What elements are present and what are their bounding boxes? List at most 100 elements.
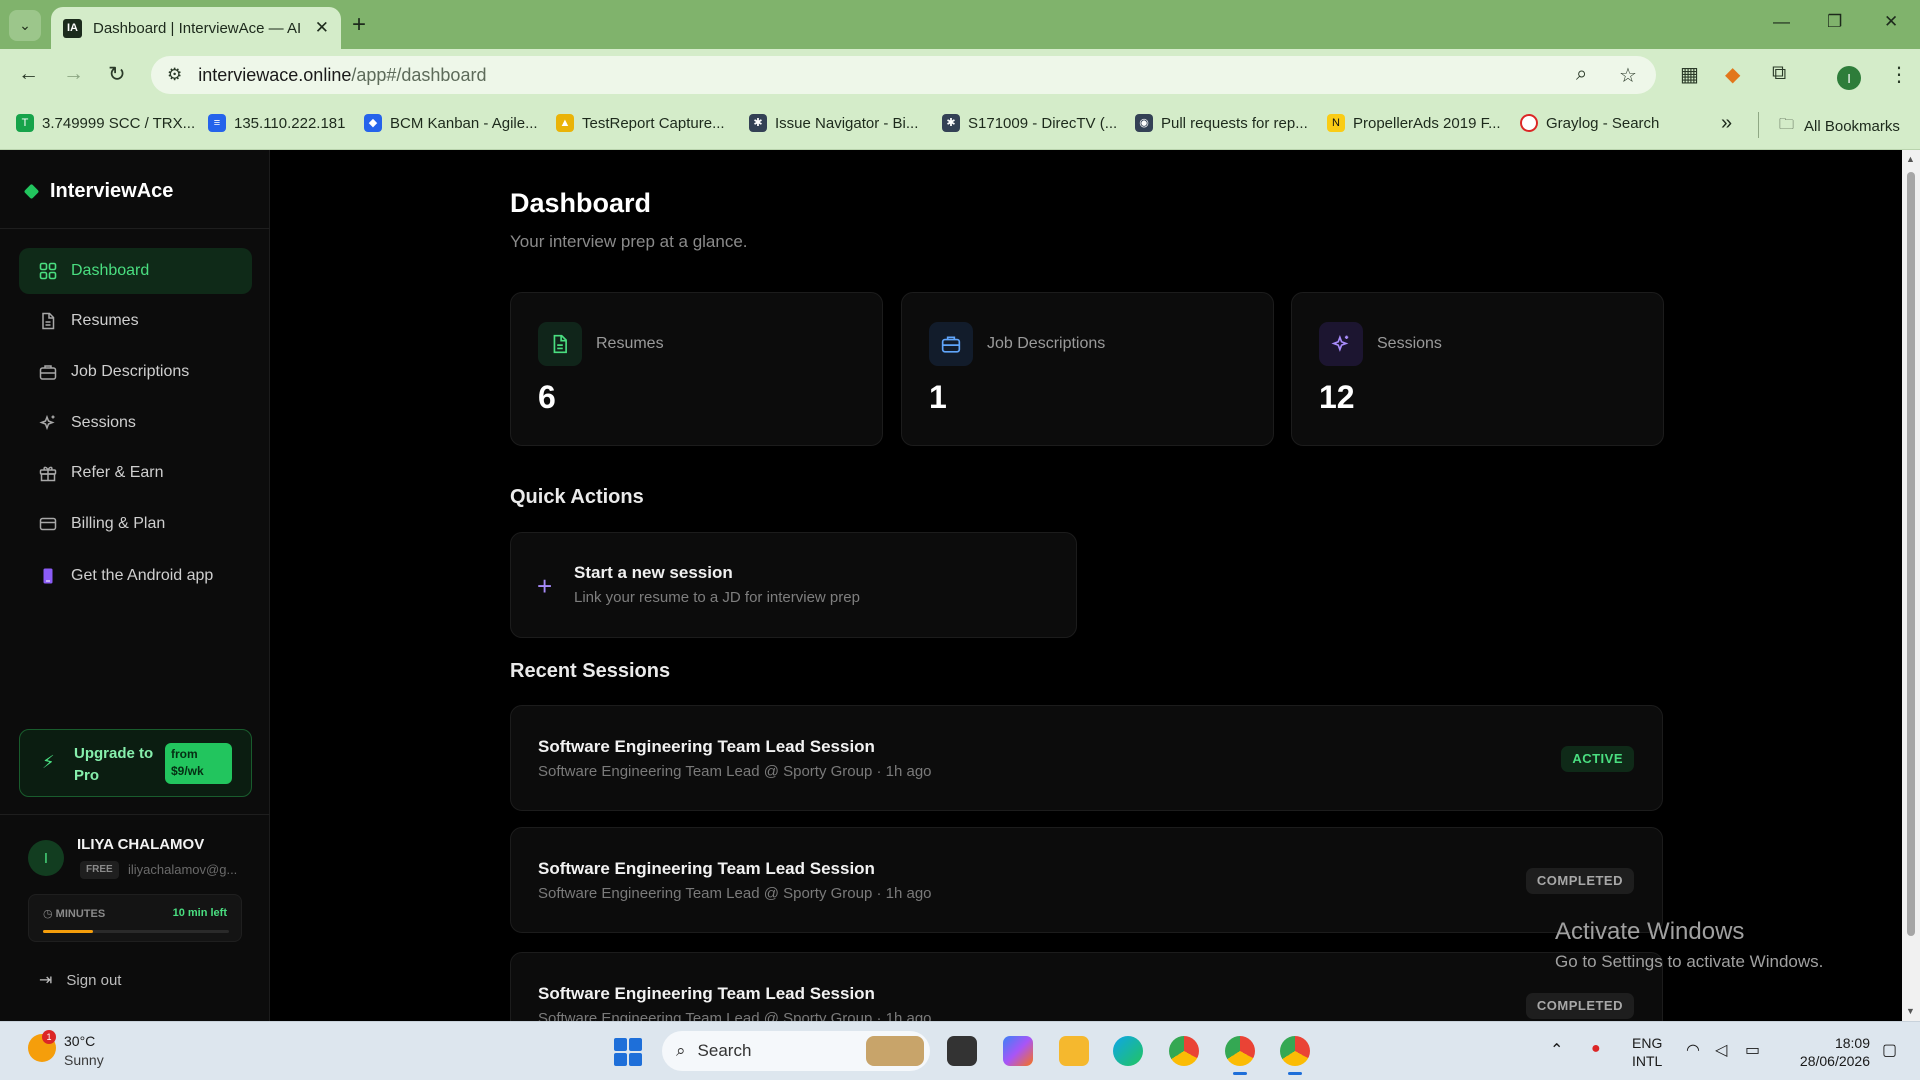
bookmark-star-icon[interactable]: ☆ bbox=[1619, 63, 1637, 88]
browser-tab-bar: ⌄ IA Dashboard | InterviewAce — AI Inter… bbox=[0, 0, 1920, 49]
taskbar-search[interactable]: ⌕ Search bbox=[662, 1031, 930, 1071]
drive-icon: ▲ bbox=[556, 114, 574, 132]
sidebar-item-dashboard[interactable]: Dashboard bbox=[19, 248, 252, 294]
bookmark-item[interactable]: ✱ S171009 - DirecTV (... bbox=[942, 114, 1117, 132]
menu-icon[interactable]: ⋮ bbox=[1889, 62, 1909, 87]
activate-windows-watermark: Activate Windows Go to Settings to activ… bbox=[1555, 918, 1824, 971]
bookmark-item[interactable]: T 3.749999 SCC / TRX... bbox=[16, 114, 195, 132]
stat-value: 12 bbox=[1319, 379, 1355, 415]
restore-icon[interactable]: ❐ bbox=[1827, 12, 1842, 32]
browser-tab-active[interactable]: IA Dashboard | InterviewAce — AI Intervi… bbox=[51, 7, 341, 49]
bookmark-item[interactable]: ◉ Pull requests for rep... bbox=[1135, 114, 1308, 132]
stat-card-job-descriptions[interactable]: Job Descriptions 1 bbox=[901, 292, 1274, 446]
gift-icon bbox=[39, 464, 57, 482]
jira-icon: ◆ bbox=[364, 114, 382, 132]
more-bookmarks-icon[interactable]: » bbox=[1721, 112, 1732, 135]
chrome-icon[interactable] bbox=[1169, 1036, 1199, 1066]
sidebar-item-resumes[interactable]: Resumes bbox=[19, 298, 252, 344]
all-bookmarks[interactable]: 🗀 All Bookmarks bbox=[1779, 114, 1900, 139]
session-card[interactable]: Software Engineering Team Lead Session S… bbox=[510, 827, 1663, 933]
scroll-down-icon[interactable]: ▼ bbox=[1906, 1006, 1915, 1016]
recent-sessions-title: Recent Sessions bbox=[510, 660, 671, 682]
sidebar-item-android-app[interactable]: Get the Android app bbox=[19, 553, 252, 599]
stat-value: 1 bbox=[929, 379, 947, 415]
stat-card-sessions[interactable]: Sessions 12 bbox=[1291, 292, 1664, 446]
sidebar-item-refer-earn[interactable]: Refer & Earn bbox=[19, 450, 252, 496]
minutes-progress-track bbox=[43, 930, 229, 933]
file-explorer-icon[interactable] bbox=[1059, 1036, 1089, 1066]
briefcase-icon bbox=[39, 363, 57, 381]
chrome-profile-icon[interactable] bbox=[1225, 1036, 1255, 1075]
site-info-icon[interactable]: ⚙ bbox=[167, 65, 182, 85]
close-window-icon[interactable]: ✕ bbox=[1884, 12, 1898, 32]
divider bbox=[0, 228, 270, 229]
back-icon[interactable]: ← bbox=[18, 62, 39, 86]
chrome-profile-icon[interactable] bbox=[1280, 1036, 1310, 1075]
minutes-progress-fill bbox=[43, 930, 94, 933]
sidebar-item-billing-plan[interactable]: Billing & Plan bbox=[19, 501, 252, 547]
bookmark-item[interactable]: ▲ TestReport Capture... bbox=[556, 114, 725, 132]
bookmark-item[interactable]: ≡ 135.110.222.181 bbox=[208, 114, 346, 132]
folder-icon: 🗀 bbox=[1779, 116, 1795, 133]
tab-title: Dashboard | InterviewAce — AI Interview … bbox=[93, 19, 305, 37]
plan-badge: FREE bbox=[80, 861, 119, 879]
file-icon bbox=[538, 322, 582, 366]
stat-label: Resumes bbox=[596, 335, 664, 352]
language-indicator[interactable]: ENG INTL bbox=[1632, 1034, 1662, 1070]
tab-search-icon[interactable]: ⌄ bbox=[9, 10, 41, 41]
start-new-session-button[interactable]: + Start a new session Link your resume t… bbox=[510, 532, 1077, 638]
quick-actions-title: Quick Actions bbox=[510, 486, 644, 508]
status-badge: COMPLETED bbox=[1525, 868, 1634, 894]
wifi-icon[interactable]: ◠ bbox=[1686, 1040, 1700, 1060]
sidebar-item-sessions[interactable]: Sessions bbox=[19, 400, 252, 446]
user-avatar[interactable]: I bbox=[28, 840, 64, 876]
notifications-icon[interactable]: ▢ bbox=[1882, 1040, 1897, 1060]
bookmark-item[interactable]: Graylog - Search bbox=[1520, 114, 1659, 132]
minimize-icon[interactable]: — bbox=[1773, 12, 1790, 32]
metamask-icon[interactable]: ◆ bbox=[1725, 62, 1740, 87]
tray-chevron-icon[interactable]: ⌃ bbox=[1550, 1040, 1563, 1060]
weather-badge: 1 bbox=[42, 1030, 56, 1044]
sidebar-item-job-descriptions[interactable]: Job Descriptions bbox=[19, 349, 252, 395]
session-title: Software Engineering Team Lead Session bbox=[538, 859, 875, 878]
scroll-up-icon[interactable]: ▲ bbox=[1906, 154, 1915, 164]
upgrade-to-pro-button[interactable]: ⚡ Upgrade to Pro from $9/wk bbox=[19, 729, 252, 797]
address-bar[interactable]: ⚙ interviewace.online/app#/dashboard ⌕ ☆ bbox=[151, 56, 1656, 94]
brand-logo[interactable]: InterviewAce bbox=[23, 180, 173, 203]
battery-icon[interactable]: ▭ bbox=[1745, 1040, 1760, 1060]
file-icon bbox=[39, 312, 57, 330]
tab-close-icon[interactable]: ✕ bbox=[315, 18, 329, 38]
qr-code-icon[interactable]: ▦ bbox=[1680, 62, 1699, 87]
zoom-icon[interactable]: ⌕ bbox=[1576, 63, 1587, 86]
quick-action-desc: Link your resume to a JD for interview p… bbox=[574, 589, 860, 606]
session-title: Software Engineering Team Lead Session bbox=[538, 737, 875, 756]
bookmark-item[interactable]: N PropellerAds 2019 F... bbox=[1327, 114, 1501, 132]
clock[interactable]: 18:09 28/06/2026 bbox=[1790, 1034, 1870, 1070]
page-subtitle: Your interview prep at a glance. bbox=[510, 232, 748, 251]
sign-out-button[interactable]: ⇥ Sign out bbox=[39, 970, 121, 990]
session-card[interactable]: Software Engineering Team Lead Session S… bbox=[510, 705, 1663, 811]
stat-value: 6 bbox=[538, 379, 556, 415]
task-view-icon[interactable] bbox=[947, 1036, 977, 1066]
extensions-icon[interactable]: ⧉ bbox=[1772, 62, 1786, 85]
bookmark-item[interactable]: ◆ BCM Kanban - Agile... bbox=[364, 114, 538, 132]
edge-icon[interactable] bbox=[1113, 1036, 1143, 1066]
bookmarks-bar: T 3.749999 SCC / TRX... ≡ 135.110.222.181 … bbox=[0, 100, 1920, 150]
repo-icon: ◉ bbox=[1135, 114, 1153, 132]
scroll-thumb[interactable] bbox=[1907, 172, 1915, 936]
bug-icon: ✱ bbox=[749, 114, 767, 132]
reload-icon[interactable]: ↻ bbox=[108, 62, 126, 87]
profile-avatar[interactable]: I bbox=[1837, 66, 1861, 90]
copilot-icon[interactable] bbox=[1003, 1036, 1033, 1066]
new-tab-icon[interactable]: + bbox=[352, 11, 366, 39]
volume-icon[interactable]: ◁ bbox=[1715, 1040, 1727, 1060]
status-badge: COMPLETED bbox=[1525, 993, 1634, 1019]
divider bbox=[0, 814, 270, 815]
windows-start-icon[interactable] bbox=[614, 1038, 642, 1066]
page-scrollbar[interactable]: ▲ ▼ bbox=[1902, 150, 1920, 1021]
forward-icon[interactable]: → bbox=[63, 62, 84, 86]
stat-card-resumes[interactable]: Resumes 6 bbox=[510, 292, 883, 446]
security-icon[interactable]: ● bbox=[1591, 1040, 1601, 1058]
bookmark-item[interactable]: ✱ Issue Navigator - Bi... bbox=[749, 114, 918, 132]
app-viewport: InterviewAce Dashboard Resumes Job Descr… bbox=[0, 150, 1920, 1058]
